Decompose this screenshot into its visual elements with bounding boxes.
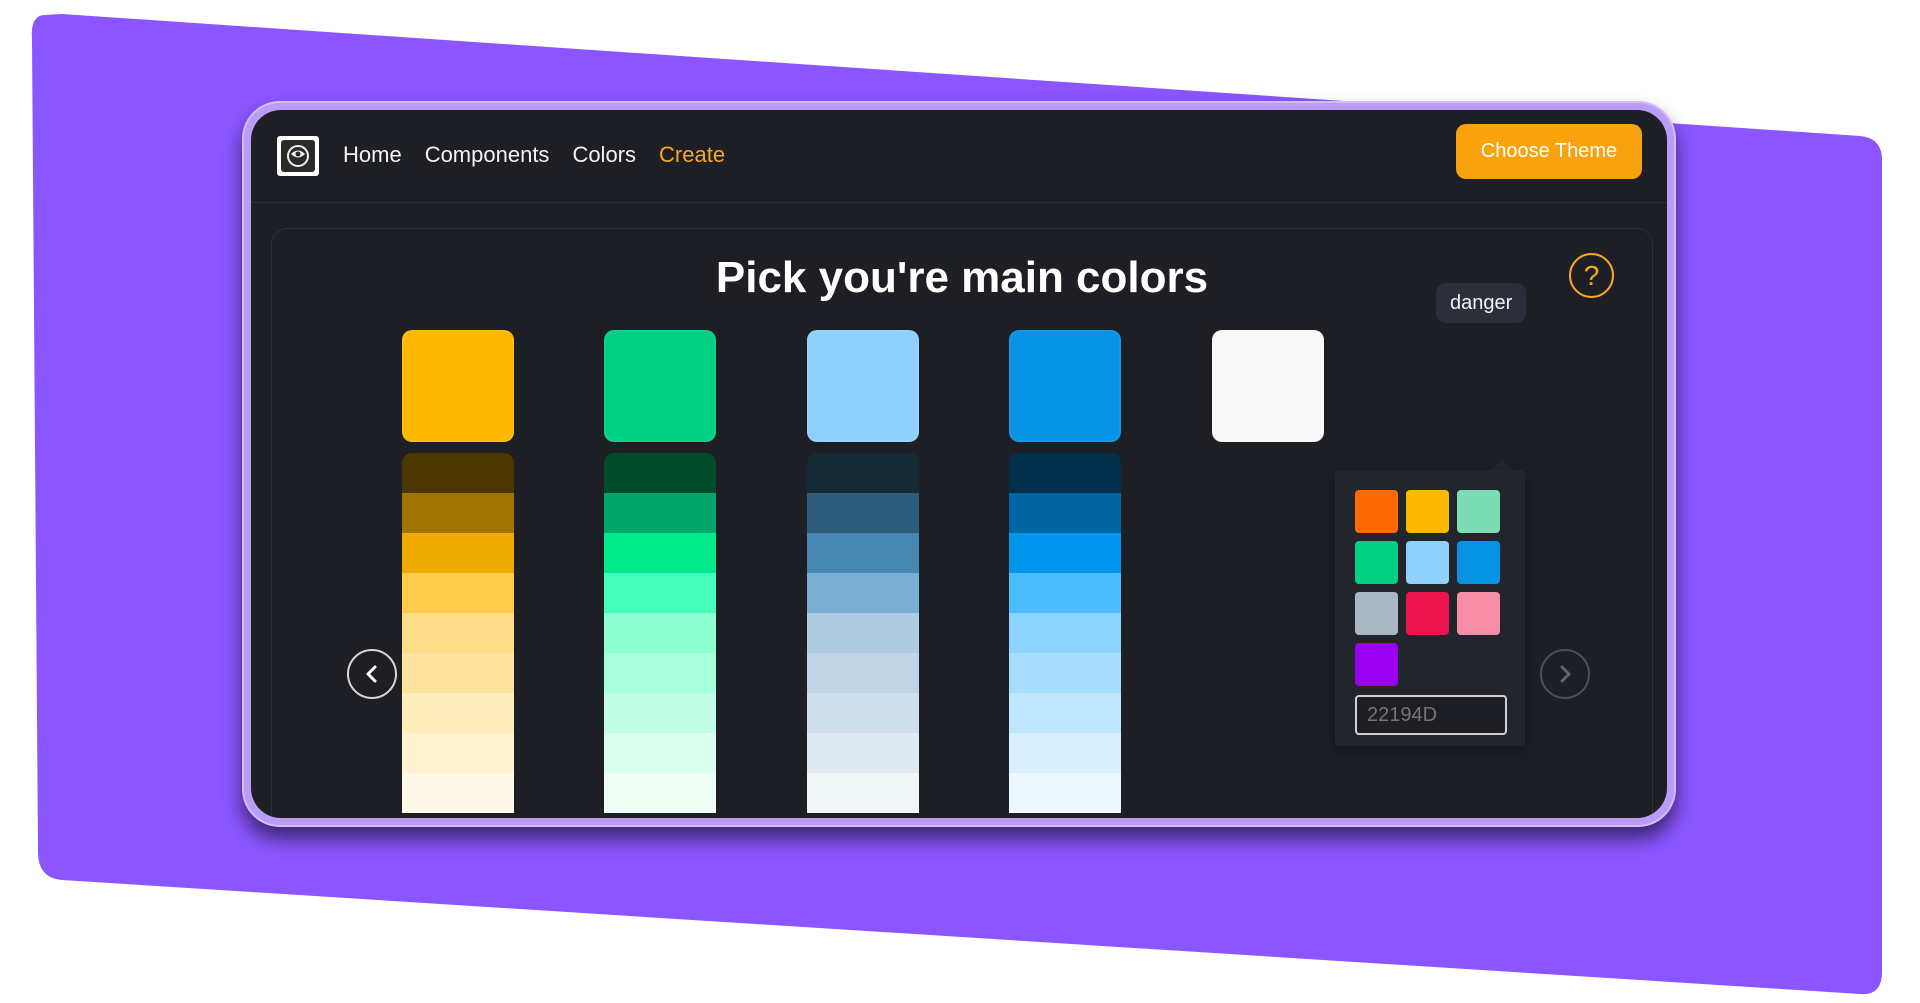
top-navbar: Home Components Colors Create Choose The… bbox=[251, 110, 1667, 203]
nav-link-create[interactable]: Create bbox=[659, 140, 725, 170]
shade-swatch bbox=[604, 733, 716, 773]
picker-color-chip[interactable] bbox=[1457, 490, 1500, 533]
app-logo-icon[interactable] bbox=[277, 136, 319, 176]
shade-swatch bbox=[402, 613, 514, 653]
shade-swatch bbox=[1009, 453, 1121, 493]
main-color-swatch[interactable] bbox=[604, 330, 716, 442]
shade-swatch bbox=[807, 573, 919, 613]
next-arrow-button[interactable] bbox=[1540, 649, 1590, 699]
chevron-left-icon bbox=[366, 665, 377, 683]
picker-color-chip[interactable] bbox=[1355, 643, 1398, 686]
shade-swatch bbox=[402, 773, 514, 813]
shade-swatch bbox=[1009, 573, 1121, 613]
shade-swatch bbox=[807, 733, 919, 773]
shade-swatch bbox=[402, 493, 514, 533]
color-picker-card: Pick you're main colors ? danger bbox=[271, 228, 1653, 818]
nav-link-components[interactable]: Components bbox=[425, 140, 550, 170]
color-column bbox=[1009, 330, 1121, 813]
shade-swatch bbox=[807, 653, 919, 693]
nav-link-colors[interactable]: Colors bbox=[572, 140, 636, 170]
picker-color-chip[interactable] bbox=[1406, 490, 1449, 533]
picker-color-chip[interactable] bbox=[1355, 541, 1398, 584]
shade-swatch bbox=[402, 573, 514, 613]
main-color-swatch[interactable] bbox=[807, 330, 919, 442]
shade-swatch bbox=[807, 533, 919, 573]
picker-color-chip[interactable] bbox=[1457, 592, 1500, 635]
hex-input[interactable] bbox=[1355, 695, 1507, 735]
shade-list bbox=[402, 453, 514, 813]
shade-swatch bbox=[1009, 693, 1121, 733]
shade-swatch bbox=[402, 533, 514, 573]
shade-swatch bbox=[1009, 493, 1121, 533]
color-column bbox=[604, 330, 716, 813]
shade-swatch bbox=[1009, 773, 1121, 813]
device-frame: Home Components Colors Create Choose The… bbox=[242, 101, 1676, 827]
shade-swatch bbox=[402, 693, 514, 733]
shade-swatch bbox=[1009, 533, 1121, 573]
color-role-tooltip: danger bbox=[1436, 283, 1527, 323]
help-icon[interactable]: ? bbox=[1569, 253, 1614, 298]
nav-link-home[interactable]: Home bbox=[343, 140, 402, 170]
chevron-right-icon bbox=[1560, 665, 1571, 683]
prev-arrow-button[interactable] bbox=[347, 649, 397, 699]
color-column bbox=[402, 330, 514, 813]
picker-color-chip[interactable] bbox=[1406, 592, 1449, 635]
shade-swatch bbox=[807, 613, 919, 653]
picker-color-chip[interactable] bbox=[1355, 490, 1398, 533]
shade-swatch bbox=[402, 733, 514, 773]
shade-swatch bbox=[604, 453, 716, 493]
picker-color-chip[interactable] bbox=[1355, 592, 1398, 635]
main-color-swatch[interactable] bbox=[1009, 330, 1121, 442]
main-color-swatch[interactable] bbox=[402, 330, 514, 442]
shade-swatch bbox=[604, 533, 716, 573]
app-screen: Home Components Colors Create Choose The… bbox=[251, 110, 1667, 818]
color-picker-popover bbox=[1335, 470, 1525, 746]
main-color-swatch[interactable] bbox=[1212, 330, 1324, 442]
picker-color-chip[interactable] bbox=[1457, 541, 1500, 584]
shade-swatch bbox=[807, 693, 919, 733]
stage: Home Components Colors Create Choose The… bbox=[0, 0, 1920, 1003]
shade-swatch bbox=[402, 653, 514, 693]
shade-swatch bbox=[604, 493, 716, 533]
shade-swatch bbox=[1009, 653, 1121, 693]
shade-list bbox=[1009, 453, 1121, 813]
shade-swatch bbox=[402, 453, 514, 493]
choose-theme-button[interactable]: Choose Theme bbox=[1456, 124, 1642, 179]
color-column bbox=[807, 330, 919, 813]
shade-swatch bbox=[604, 693, 716, 733]
shade-list bbox=[604, 453, 716, 813]
shade-swatch bbox=[604, 653, 716, 693]
shade-swatch bbox=[604, 573, 716, 613]
shade-swatch bbox=[1009, 733, 1121, 773]
shade-swatch bbox=[604, 613, 716, 653]
shade-list bbox=[807, 453, 919, 813]
shade-swatch bbox=[807, 453, 919, 493]
picker-swatch-grid bbox=[1355, 490, 1500, 686]
shade-swatch bbox=[604, 773, 716, 813]
shade-swatch bbox=[1009, 613, 1121, 653]
picker-color-chip[interactable] bbox=[1406, 541, 1449, 584]
shade-swatch bbox=[807, 773, 919, 813]
color-column bbox=[1212, 330, 1324, 442]
shade-swatch bbox=[807, 493, 919, 533]
nav-links: Home Components Colors Create bbox=[343, 140, 725, 170]
